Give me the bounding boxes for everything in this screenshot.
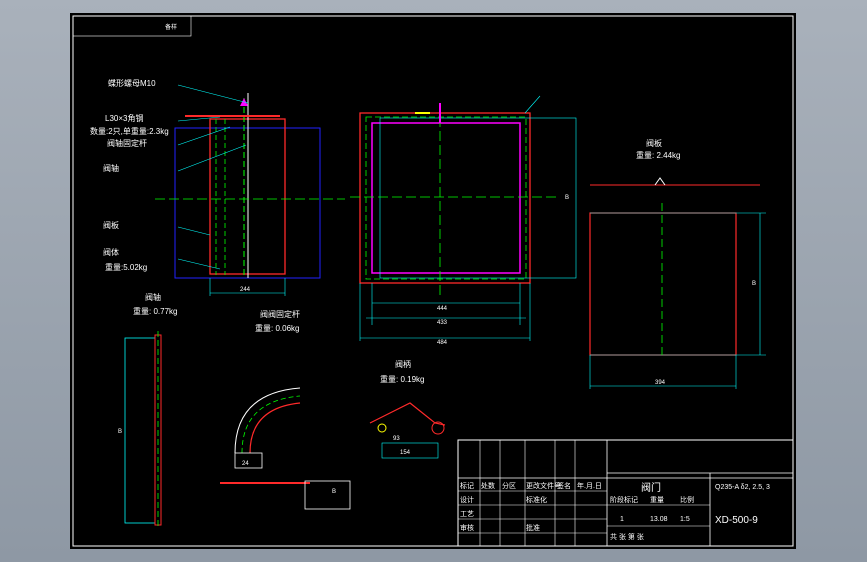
corner-tag: 备样 xyxy=(165,23,177,31)
bracket-title: 阀阀固定杆 xyxy=(260,309,300,319)
front-view: 444 433 484 B xyxy=(350,95,577,346)
dim-444: 444 xyxy=(437,306,448,312)
handle-title: 阀柄 xyxy=(395,359,411,369)
plate-detail-weight: 重量: 2.44kg xyxy=(636,150,680,160)
dim-93: 93 xyxy=(393,436,400,442)
dim-484: 484 xyxy=(437,340,448,346)
label-shaft: 阀轴 xyxy=(103,163,119,173)
shaft-detail: 阀轴 重量: 0.77kg B xyxy=(118,292,177,528)
title-block-std: 标准化 xyxy=(526,495,547,504)
frame-hidden xyxy=(365,116,527,280)
title-block-hdr-0: 处数 xyxy=(481,481,495,490)
title-block-row-2: 工艺 xyxy=(460,510,474,518)
dim-154: 154 xyxy=(400,450,411,456)
dim-b-front: B xyxy=(565,195,569,201)
handle-detail: 阀柄 重量: 0.19kg 154 93 xyxy=(369,359,446,459)
bracket-detail: 阀阀固定杆 重量: 0.06kg 24 B xyxy=(220,309,351,510)
title-block-scale-label: 比例 xyxy=(680,495,694,504)
plate-rect xyxy=(589,212,737,356)
title-block-approve: 批准 xyxy=(526,523,540,532)
drawing-border xyxy=(72,15,794,547)
handle-weight: 重量: 0.19kg xyxy=(380,374,424,384)
title-block: 阀门 Q235-A δ2, 2.5, 3 XD-500-9 标记 设计 工艺 审… xyxy=(457,439,794,547)
frame-outer xyxy=(359,112,531,284)
dim-24: 24 xyxy=(242,461,249,467)
dim-244: 244 xyxy=(240,287,251,293)
label-shaft-bracket: 阀轴固定杆 xyxy=(107,138,147,148)
dim-433: 433 xyxy=(437,320,448,326)
shaft-detail-weight: 重量: 0.77kg xyxy=(133,306,177,316)
title-block-qty: 1 xyxy=(620,516,624,523)
title-block-drawing-no: XD-500-9 xyxy=(715,515,758,526)
title-block-weight-label: 重量 xyxy=(650,496,664,504)
label-plate: 阀板 xyxy=(103,220,119,230)
plate-detail-title: 阀板 xyxy=(646,138,662,148)
dim-b-plate: B xyxy=(752,281,756,287)
plate-detail: 阀板 重量: 2.44kg 394 B xyxy=(589,138,766,389)
title-block-sheets: 共 张 第 张 xyxy=(610,532,644,541)
title-block-weight: 13.08 xyxy=(650,516,668,523)
title-block-material: Q235-A δ2, 2.5, 3 xyxy=(715,484,770,491)
title-block-hdr-3: 签名 xyxy=(557,481,571,490)
shaft-detail-title: 阀轴 xyxy=(145,292,161,302)
dim-b-shaft: B xyxy=(118,429,122,435)
title-block-row-0: 标记 xyxy=(460,481,474,490)
dim-394: 394 xyxy=(655,380,666,386)
title-block-hdr-4: 年.月.日 xyxy=(577,481,602,490)
frame-projection xyxy=(379,117,577,279)
bracket-weight: 重量: 0.06kg xyxy=(255,323,299,333)
title-block-hdr-1: 分区 xyxy=(502,481,516,490)
label-body: 阀体 xyxy=(103,247,119,257)
title-block-scale: 1:5 xyxy=(680,516,690,523)
label-angle-steel: L30×3角钢 xyxy=(105,113,143,123)
title-block-row-1: 设计 xyxy=(460,495,474,504)
label-body-weight: 重量:5.02kg xyxy=(105,262,147,272)
title-block-row-3: 审核 xyxy=(460,523,474,532)
left-elevation-view: 244 蝶形螺母M10 L30×3角钢 数量:2只,单重量:2.3kg 阀轴固定… xyxy=(90,78,345,296)
dim-b-bracket: B xyxy=(332,489,336,495)
title-block-title: 阀门 xyxy=(641,481,661,494)
title-block-hdr-2: 更改文件号 xyxy=(526,481,561,490)
cad-viewport[interactable]: 备样 244 蝶形螺母M10 L30×3角钢 数量:2只,单重量:2.3kg 阀… xyxy=(0,0,867,562)
drawing-canvas[interactable]: 备样 244 蝶形螺母M10 L30×3角钢 数量:2只,单重量:2.3kg 阀… xyxy=(70,13,796,549)
title-block-stage: 阶段标记 xyxy=(610,495,638,504)
frame-inner xyxy=(371,122,521,274)
label-count-weight: 数量:2只,单重量:2.3kg xyxy=(90,126,169,136)
drawing-svg: 备样 244 蝶形螺母M10 L30×3角钢 数量:2只,单重量:2.3kg 阀… xyxy=(72,15,794,547)
label-butterfly-nut: 蝶形螺母M10 xyxy=(108,78,156,88)
